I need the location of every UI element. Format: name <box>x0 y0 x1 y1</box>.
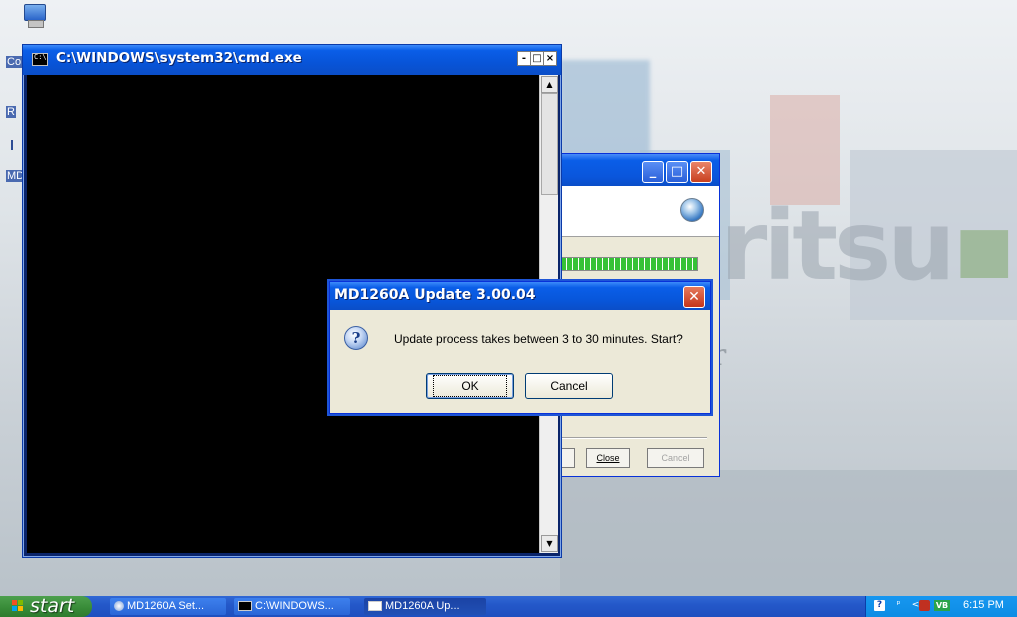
setup-header <box>556 186 719 237</box>
update-confirm-dialog: MD1260A Update 3.00.04 ✕ ? Update proces… <box>329 281 711 414</box>
taskbar-item-cmd[interactable]: C:\WINDOWS... <box>234 598 350 615</box>
scroll-thumb[interactable] <box>541 93 558 195</box>
desktop-icon-label[interactable]: R <box>6 106 16 118</box>
divider <box>560 437 707 439</box>
setup-close-button[interactable]: Close <box>586 448 630 468</box>
ok-label: OK <box>433 375 507 397</box>
taskbar: start MD1260A Set... C:\WINDOWS... MD126… <box>0 595 1017 617</box>
setup-cancel-button: Cancel <box>647 448 704 468</box>
taskbar-item-update[interactable]: MD1260A Up... <box>364 598 486 615</box>
close-button[interactable]: ✕ <box>683 286 705 308</box>
cancel-button[interactable]: Cancel <box>525 373 613 399</box>
progress-fill <box>561 258 697 270</box>
desktop: ritsu▪ r Co R MD _ □ ✕ Close Cancel C:\W… <box>0 0 1017 596</box>
taskbar-item-label: C:\WINDOWS... <box>255 600 334 612</box>
vb-tray-icon[interactable]: VB <box>934 600 950 611</box>
close-button[interactable]: × <box>543 51 557 66</box>
desktop-icon-label[interactable]: Co <box>6 56 23 68</box>
minimize-button[interactable]: - <box>517 51 531 66</box>
dialog-title-bar[interactable]: MD1260A Update 3.00.04 ✕ <box>330 282 710 310</box>
dialog-message: Update process takes between 3 to 30 min… <box>394 332 683 346</box>
ok-button[interactable]: OK <box>426 373 514 399</box>
maximize-button[interactable]: □ <box>666 161 688 183</box>
cmd-window-title: C:\WINDOWS\system32\cmd.exe <box>56 50 302 66</box>
window-icon <box>368 601 382 612</box>
start-button[interactable]: start <box>0 595 92 617</box>
scroll-down-button[interactable]: ▼ <box>541 535 558 552</box>
close-button[interactable]: ✕ <box>690 161 712 183</box>
alert-icon[interactable] <box>919 600 930 611</box>
start-label: start <box>30 595 75 617</box>
taskbar-item-setup[interactable]: MD1260A Set... <box>110 598 226 615</box>
question-icon: ? <box>344 326 368 350</box>
console-icon[interactable] <box>32 53 48 66</box>
clock[interactable]: 6:15 PM <box>963 599 1004 611</box>
taskbar-item-label: MD1260A Up... <box>385 600 460 612</box>
cmd-title-bar[interactable]: C:\WINDOWS\system32\cmd.exe - □ × <box>23 45 561 75</box>
system-tray: ? ᵖ < VB 6:15 PM <box>865 596 1017 617</box>
wallpaper-brand-text: ritsu▪ <box>720 190 1017 302</box>
network-icon[interactable]: ᵖ <box>893 600 904 611</box>
setup-close-label: Close <box>596 453 620 463</box>
console-icon <box>238 601 252 612</box>
my-computer-icon[interactable] <box>22 4 48 28</box>
globe-icon <box>114 601 124 612</box>
maximize-button[interactable]: □ <box>530 51 544 66</box>
setup-progress-bar <box>560 257 698 271</box>
globe-icon <box>680 198 704 222</box>
minimize-button[interactable]: _ <box>642 161 664 183</box>
wallpaper-shape <box>770 95 840 205</box>
scroll-up-button[interactable]: ▲ <box>541 76 558 93</box>
windows-flag-icon <box>12 600 24 612</box>
wallpaper-shape <box>560 470 1017 596</box>
setup-previous-button[interactable] <box>560 448 575 468</box>
desktop-selection-mark <box>11 140 13 150</box>
taskbar-item-label: MD1260A Set... <box>127 600 205 612</box>
help-icon[interactable]: ? <box>874 600 885 611</box>
setup-title-bar[interactable]: _ □ ✕ <box>556 154 719 186</box>
dialog-title: MD1260A Update 3.00.04 <box>334 287 536 303</box>
